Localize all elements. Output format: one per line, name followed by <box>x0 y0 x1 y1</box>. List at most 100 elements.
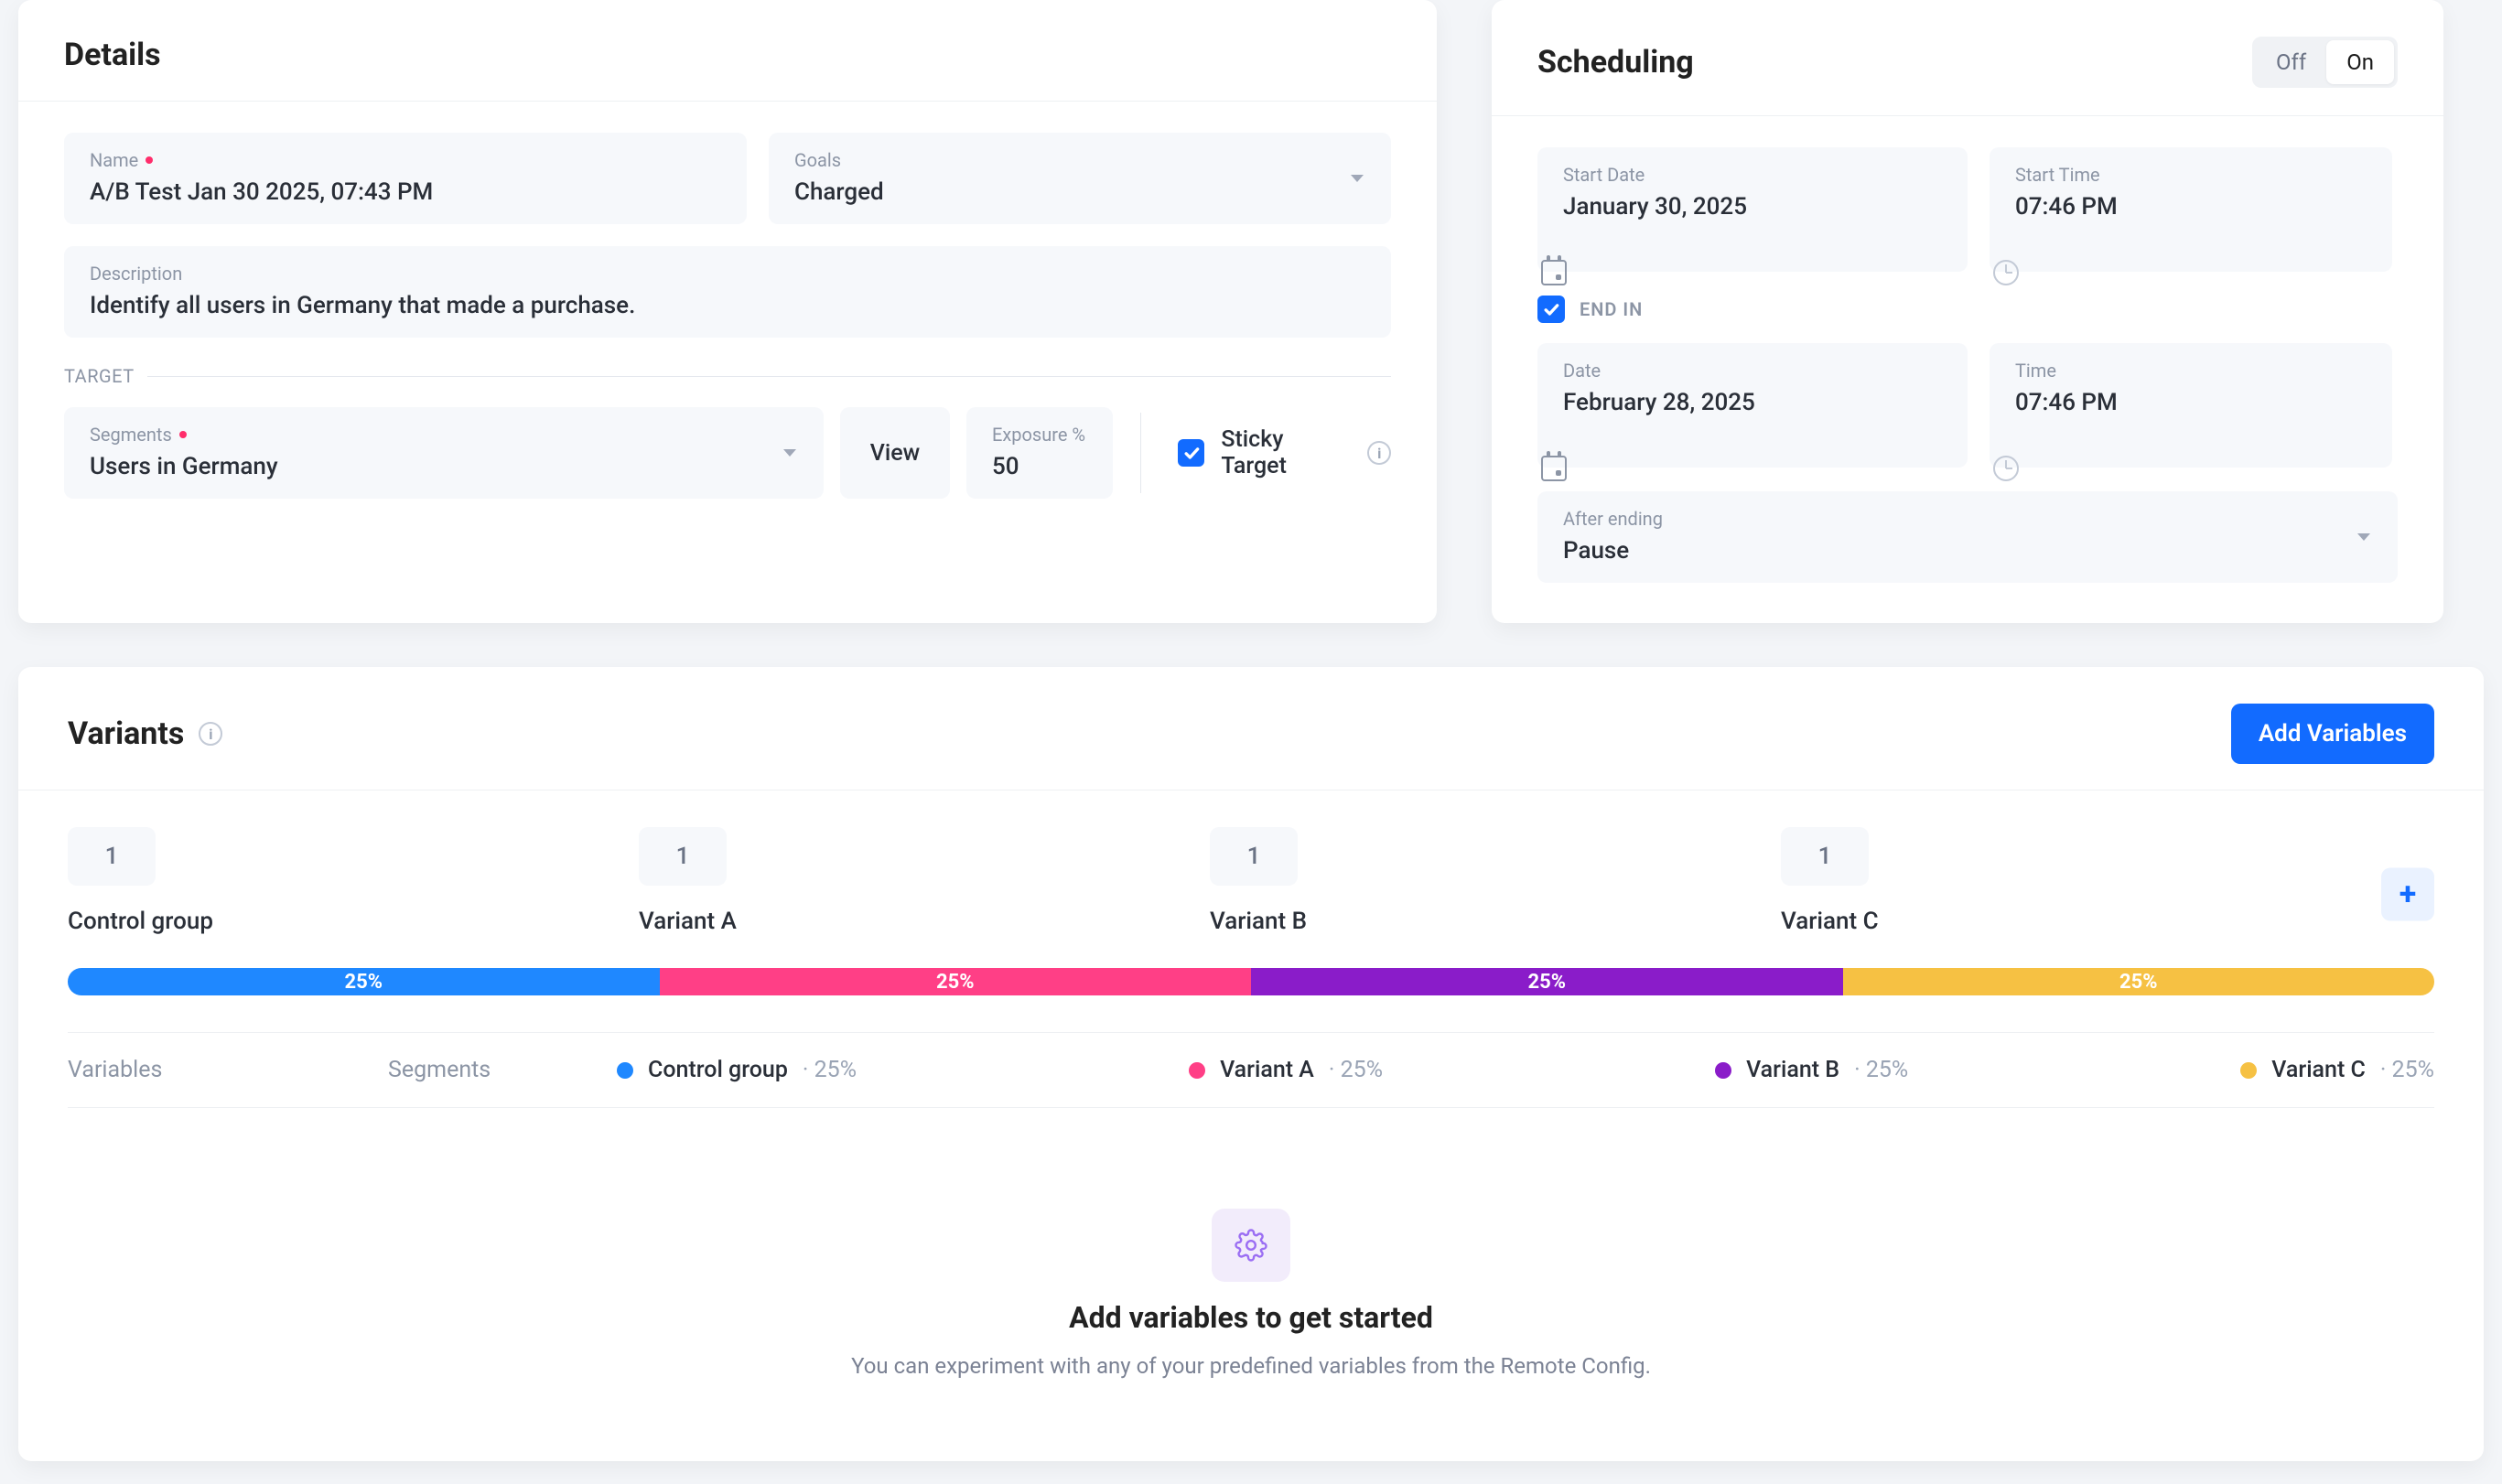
details-header: Details <box>18 0 1437 102</box>
target-label: TARGET <box>64 365 135 387</box>
plus-icon: + <box>2400 876 2417 913</box>
segments-label-text: Segments <box>90 424 172 446</box>
variants-title: Variants <box>68 715 184 752</box>
sticky-target-group: Sticky Target i <box>1169 407 1391 499</box>
variant-count[interactable]: 1 <box>68 827 156 886</box>
gear-box <box>1212 1209 1290 1282</box>
empty-title: Add variables to get started <box>1069 1300 1433 1335</box>
variant-col-control: 1 Control group <box>68 827 639 935</box>
end-date-field[interactable]: Date February 28, 2025 <box>1537 343 1968 468</box>
dist-seg-a[interactable]: 25% <box>660 968 1252 995</box>
variant-col-a: 1 Variant A <box>639 827 1210 935</box>
variant-name: Variant C <box>1781 908 1879 935</box>
start-time-field[interactable]: Start Time 07:46 PM <box>1990 147 2392 272</box>
name-value: A/B Test Jan 30 2025, 07:43 PM <box>90 178 721 206</box>
scheduling-toggle: Off On <box>2252 37 2398 88</box>
scheduling-toggle-on[interactable]: On <box>2326 40 2394 84</box>
empty-subtitle: You can experiment with any of your pred… <box>851 1353 1651 1379</box>
start-date-label: Start Date <box>1563 164 1942 186</box>
required-dot-icon <box>146 156 153 164</box>
end-time-value: 07:46 PM <box>2015 389 2367 416</box>
legend-dot-icon <box>1189 1062 1205 1079</box>
goals-label: Goals <box>794 149 1365 171</box>
legend-name: Control group <box>648 1057 788 1083</box>
legend-item-a: Variant A · 25% <box>1189 1057 1383 1083</box>
end-date-label: Date <box>1563 360 1942 382</box>
start-time-value: 07:46 PM <box>2015 193 2367 220</box>
scheduling-toggle-off[interactable]: Off <box>2256 40 2326 84</box>
calendar-icon <box>1541 456 1567 481</box>
calendar-icon <box>1541 260 1567 285</box>
legend-name: Variant A <box>1220 1057 1314 1083</box>
check-icon <box>1182 444 1201 462</box>
view-button[interactable]: View <box>840 407 950 499</box>
start-date-value: January 30, 2025 <box>1563 193 1942 220</box>
variants-header: Variants i Add Variables <box>18 667 2484 790</box>
chevron-down-icon <box>1351 175 1364 182</box>
exposure-label: Exposure % <box>992 424 1087 446</box>
variants-legend-row: Variables Segments Control group · 25% V… <box>68 1032 2434 1108</box>
legend-item-b: Variant B · 25% <box>1715 1057 1908 1083</box>
variant-columns: 1 Control group 1 Variant A 1 Variant B … <box>68 827 2434 935</box>
legend-dot-icon <box>1715 1062 1731 1079</box>
info-icon[interactable]: i <box>1367 441 1391 465</box>
variant-name: Variant B <box>1210 908 1307 935</box>
dist-seg-b[interactable]: 25% <box>1251 968 1843 995</box>
legend-item-control: Control group · 25% <box>617 1057 857 1083</box>
scheduling-title: Scheduling <box>1537 44 1694 81</box>
dist-seg-c[interactable]: 25% <box>1843 968 2435 995</box>
dist-seg-control[interactable]: 25% <box>68 968 660 995</box>
end-in-checkbox[interactable] <box>1537 296 1565 323</box>
variants-card: Variants i Add Variables 1 Control group… <box>18 667 2484 1461</box>
start-time-label: Start Time <box>2015 164 2367 186</box>
start-date-field[interactable]: Start Date January 30, 2025 <box>1537 147 1968 272</box>
distribution-bar: 25% 25% 25% 25% <box>68 968 2434 995</box>
add-variant-button[interactable]: + <box>2381 868 2434 921</box>
target-section-header: TARGET <box>64 365 1391 387</box>
name-label: Name <box>90 149 721 171</box>
info-icon[interactable]: i <box>199 722 222 746</box>
legend-pct: · 25% <box>1329 1057 1383 1083</box>
legend-name: Variant C <box>2271 1057 2366 1083</box>
scheduling-header: Scheduling Off On <box>1492 0 2443 116</box>
empty-state: Add variables to get started You can exp… <box>68 1108 2434 1406</box>
chevron-down-icon <box>783 449 796 457</box>
description-field[interactable]: Description Identify all users in German… <box>64 246 1391 338</box>
sticky-target-checkbox[interactable] <box>1178 439 1204 467</box>
details-title: Details <box>64 37 161 73</box>
after-ending-field[interactable]: After ending Pause <box>1537 491 2398 583</box>
variant-col-c: 1 Variant C <box>1781 827 2352 935</box>
variant-count[interactable]: 1 <box>639 827 727 886</box>
after-ending-value: Pause <box>1563 537 2372 565</box>
variant-count[interactable]: 1 <box>1781 827 1869 886</box>
details-card: Details Name A/B Test Jan 30 2025, 07:43… <box>18 0 1437 623</box>
exposure-value: 50 <box>992 453 1087 480</box>
description-value: Identify all users in Germany that made … <box>90 292 1365 319</box>
segments-label: Segments <box>90 424 798 446</box>
sticky-target-label: Sticky Target <box>1221 426 1351 479</box>
goals-value: Charged <box>794 178 1365 206</box>
variables-header: Variables <box>68 1057 388 1083</box>
legend-pct-value: 25% <box>1341 1057 1383 1083</box>
chevron-down-icon <box>2357 533 2370 541</box>
variant-col-b: 1 Variant B <box>1210 827 1781 935</box>
add-variables-label: Add Variables <box>2259 720 2407 747</box>
legend-pct: · 25% <box>803 1057 857 1083</box>
variant-count[interactable]: 1 <box>1210 827 1298 886</box>
goals-field[interactable]: Goals Charged <box>769 133 1391 224</box>
scheduling-card: Scheduling Off On Start Date January 30,… <box>1492 0 2443 623</box>
end-in-label: END IN <box>1580 298 1643 320</box>
legend-pct-value: 25% <box>2392 1057 2434 1083</box>
gear-icon <box>1235 1229 1267 1262</box>
add-variables-button[interactable]: Add Variables <box>2231 704 2434 764</box>
clock-icon <box>1993 456 2019 481</box>
after-ending-label: After ending <box>1563 508 2372 530</box>
end-time-field[interactable]: Time 07:46 PM <box>1990 343 2392 468</box>
exposure-field[interactable]: Exposure % 50 <box>966 407 1113 499</box>
end-in-group: END IN <box>1537 296 2398 323</box>
clock-icon <box>1993 260 2019 285</box>
name-field[interactable]: Name A/B Test Jan 30 2025, 07:43 PM <box>64 133 747 224</box>
legend-dot-icon <box>617 1062 633 1079</box>
variant-name: Control group <box>68 908 213 935</box>
segments-field[interactable]: Segments Users in Germany <box>64 407 824 499</box>
